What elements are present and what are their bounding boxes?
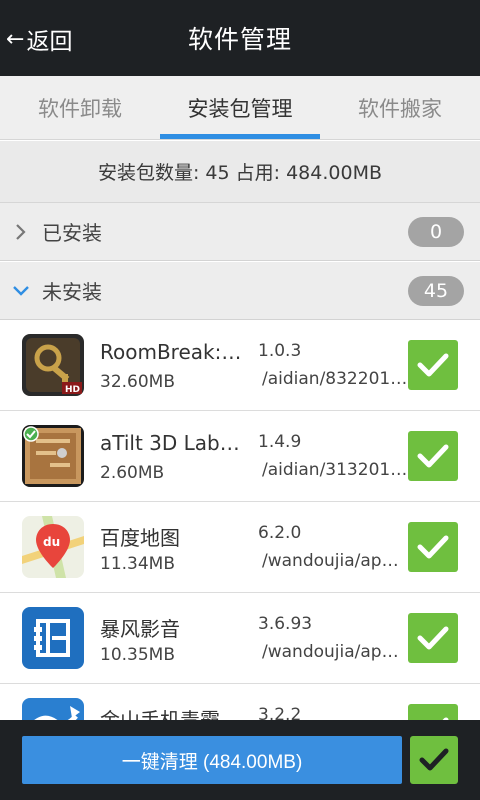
tab-bar: 软件卸载 安装包管理 软件搬家 xyxy=(0,76,480,140)
checkmark-icon xyxy=(417,444,449,468)
tab-uninstall[interactable]: 软件卸载 xyxy=(0,76,160,139)
group-installed-count-badge: 0 xyxy=(408,217,464,247)
app-name: aTilt 3D Labyri.. xyxy=(100,431,250,455)
select-all-checkbox[interactable] xyxy=(410,736,458,784)
app-size: 2.60MB xyxy=(100,463,165,483)
group-not-installed[interactable]: 未安装 45 xyxy=(0,262,480,320)
one-click-clean-button[interactable]: 一键清理 (484.00MB) xyxy=(22,736,402,784)
chevron-right-icon xyxy=(0,223,42,241)
kingsoft-security-app-icon xyxy=(22,698,84,720)
row-checkbox[interactable] xyxy=(408,704,458,720)
list-item[interactable]: du 百度地图 11.34MB 6.2.0 /wandoujia/app/.. xyxy=(0,502,480,593)
row-checkbox[interactable] xyxy=(408,340,458,390)
list-item[interactable]: 金山手机毒霸 3.2.2 xyxy=(0,684,480,720)
chevron-down-icon xyxy=(0,284,42,298)
page-title: 软件管理 xyxy=(187,25,292,54)
checkmark-icon xyxy=(417,626,449,650)
checkmark-icon xyxy=(417,353,449,377)
app-size: 10.35MB xyxy=(100,645,175,665)
group-installed[interactable]: 已安装 0 xyxy=(0,203,480,261)
baofeng-video-app-icon xyxy=(22,607,84,669)
app-path: /aidian/3132013.. xyxy=(262,460,408,480)
app-path: /wandoujia/app/.. xyxy=(262,642,408,662)
baidu-map-app-icon: du xyxy=(22,516,84,578)
app-name: RoomBreak:Es.. xyxy=(100,340,250,364)
package-summary: 安装包数量: 45 占用: 484.00MB xyxy=(0,141,480,203)
app-version: 3.2.2 xyxy=(258,705,302,720)
app-path: /wandoujia/app/.. xyxy=(262,551,408,571)
app-size: 32.60MB xyxy=(100,372,175,392)
svg-text:du: du xyxy=(43,535,60,549)
bottom-bar: 一键清理 (484.00MB) xyxy=(0,720,480,800)
row-checkbox[interactable] xyxy=(408,522,458,572)
app-name: 百度地图 xyxy=(100,526,180,550)
tab-app-move[interactable]: 软件搬家 xyxy=(320,76,480,139)
list-item[interactable]: HD RoomBreak:Es.. 32.60MB 1.0.3 /aidian/… xyxy=(0,320,480,411)
group-installed-label: 已安装 xyxy=(42,221,102,245)
app-path: /aidian/8322013.. xyxy=(262,369,408,389)
roombreak-app-icon: HD xyxy=(22,334,84,396)
checkmark-icon xyxy=(419,748,449,771)
row-checkbox[interactable] xyxy=(408,431,458,481)
atilt-labyrinth-app-icon xyxy=(22,425,84,487)
package-list[interactable]: HD RoomBreak:Es.. 32.60MB 1.0.3 /aidian/… xyxy=(0,320,480,720)
top-bar: ← 返回 软件管理 xyxy=(0,0,480,76)
group-not-installed-label: 未安装 xyxy=(42,280,102,304)
row-checkbox[interactable] xyxy=(408,613,458,663)
list-item[interactable]: aTilt 3D Labyri.. 2.60MB 1.4.9 /aidian/3… xyxy=(0,411,480,502)
app-size: 11.34MB xyxy=(100,554,175,574)
app-version: 6.2.0 xyxy=(258,523,302,543)
checkmark-icon xyxy=(417,535,449,559)
app-name: 金山手机毒霸 xyxy=(100,708,220,720)
app-version: 1.4.9 xyxy=(258,432,302,452)
svg-text:HD: HD xyxy=(65,385,80,395)
app-name: 暴风影音 xyxy=(100,617,180,641)
tab-package-manager[interactable]: 安装包管理 xyxy=(160,76,320,139)
app-version: 1.0.3 xyxy=(258,341,302,361)
app-version: 3.6.93 xyxy=(258,614,313,634)
list-item[interactable]: 暴风影音 10.35MB 3.6.93 /wandoujia/app/.. xyxy=(0,593,480,684)
group-not-installed-count-badge: 45 xyxy=(408,276,464,306)
